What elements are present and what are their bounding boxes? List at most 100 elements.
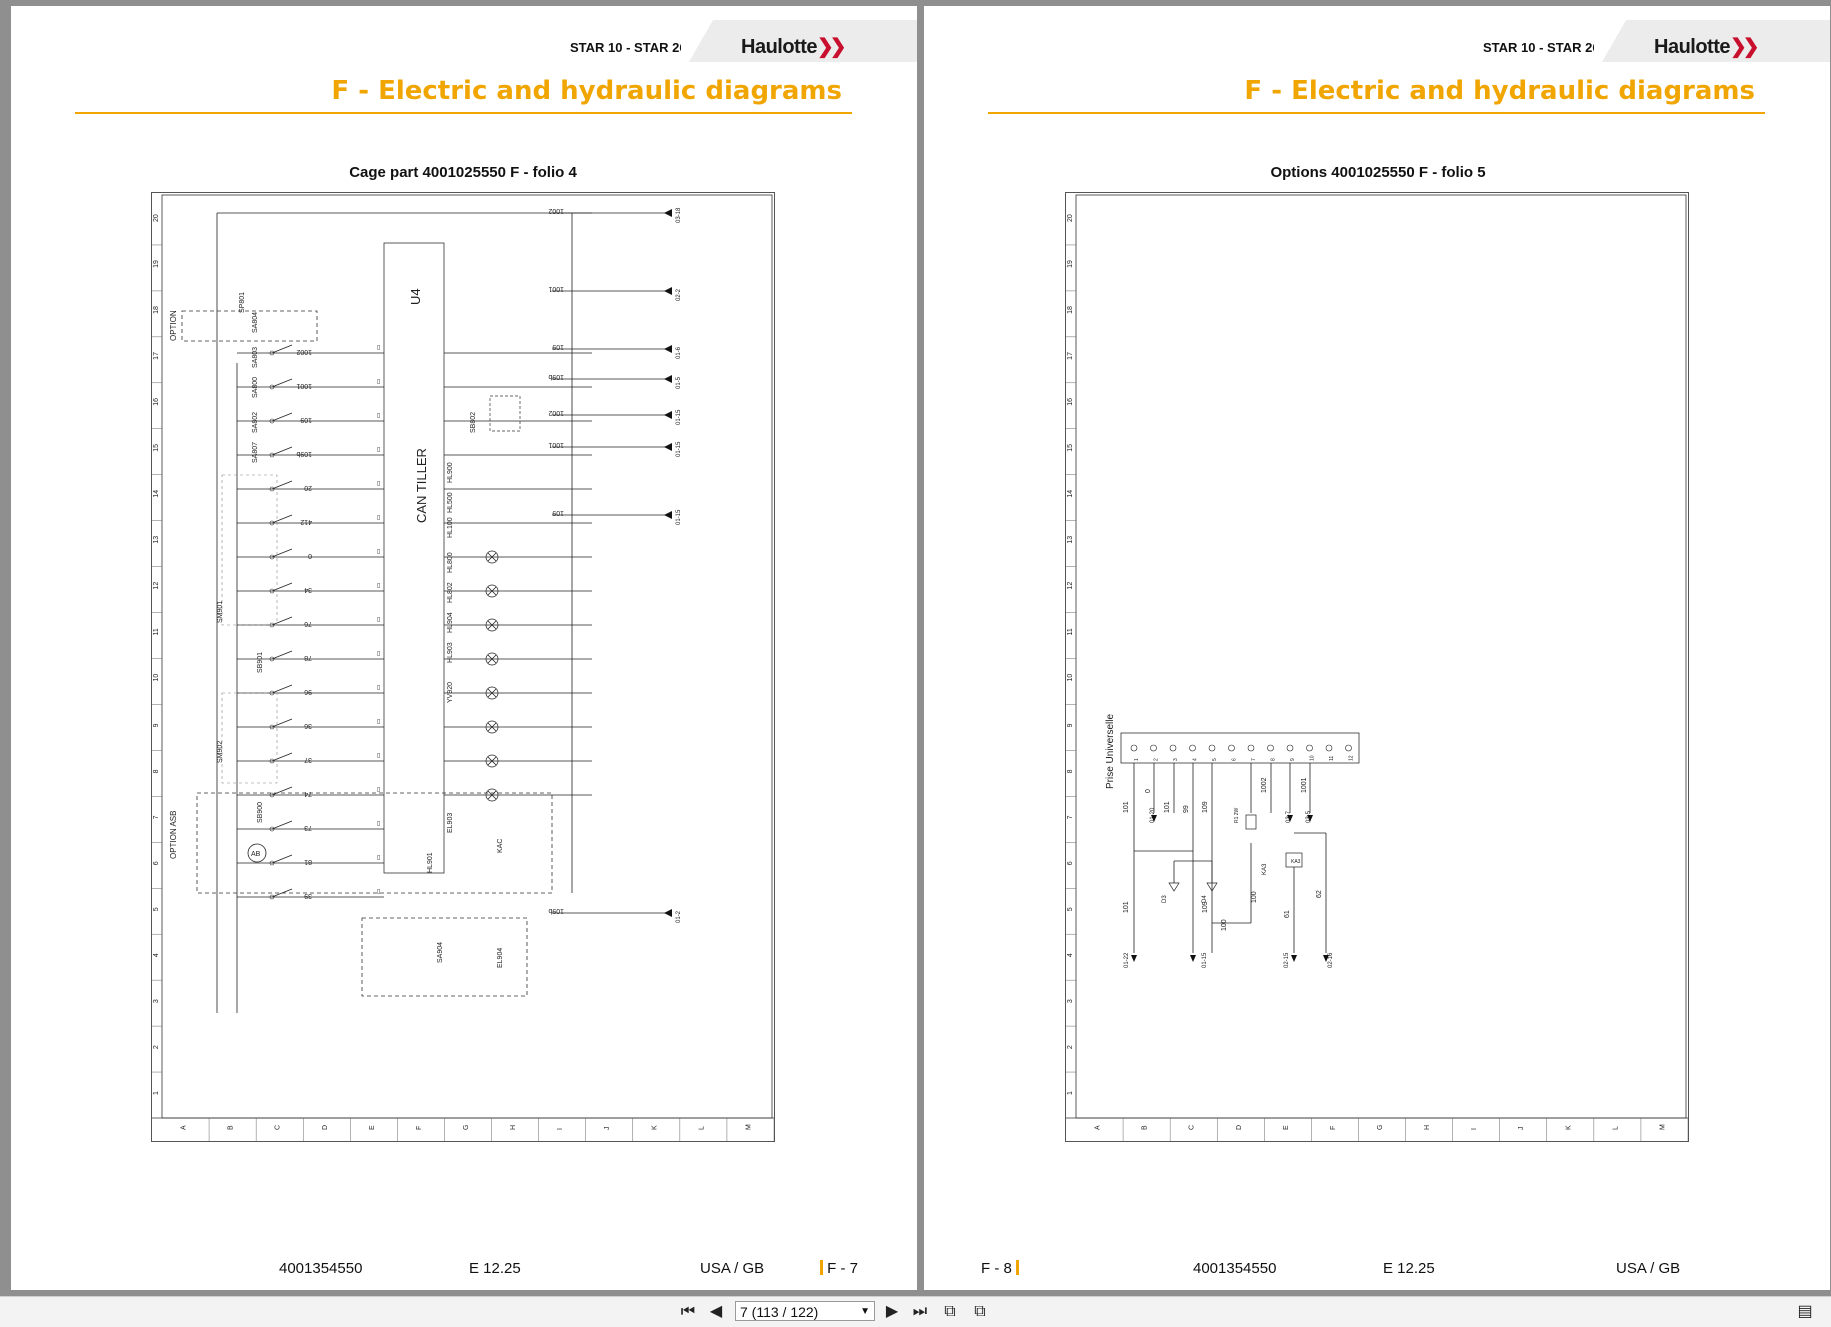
- row-number: 4: [153, 953, 160, 957]
- haulotte-logo: Haulotte❯❯: [741, 36, 846, 58]
- connector-pin: [1267, 744, 1274, 752]
- cross-reference: 01-20: [1150, 807, 1156, 823]
- arrow-icon: [664, 909, 672, 917]
- column-letter: B: [1142, 1125, 1149, 1130]
- schematic-sheet-right: 20 19 18 17 16 15 14 13 12 11 10 9 8 7 6 5 4 3 2 1 A B C D E F G H I…: [1065, 192, 1689, 1142]
- last-page-icon[interactable]: ⏭: [910, 1303, 930, 1321]
- row-number: 8: [153, 769, 160, 773]
- pin-number: 8: [1271, 758, 1277, 761]
- joystick-box: [221, 692, 278, 784]
- pin: ▯: [377, 821, 380, 827]
- section-title: F - Electric and hydraulic diagrams: [331, 76, 842, 106]
- pin: ▯: [377, 583, 380, 589]
- wire-number: 109: [552, 509, 564, 516]
- wire: [271, 786, 293, 796]
- component-label: SP801: [239, 292, 246, 313]
- pin-number: 4: [1193, 758, 1199, 761]
- row-number: 2: [153, 1045, 160, 1049]
- next-view-icon[interactable]: ⧉: [970, 1303, 990, 1321]
- column-letter: L: [1612, 1126, 1619, 1130]
- wire-number: 109b: [296, 450, 312, 457]
- wire-number: 1001: [548, 441, 564, 448]
- component-label: HL100: [447, 517, 454, 538]
- component-label: SM901: [217, 601, 224, 623]
- cross-reference: 02-16: [1328, 952, 1334, 968]
- pin: ▯: [377, 413, 380, 419]
- arrow-icon: [664, 209, 672, 217]
- row-number: 4: [1067, 953, 1074, 957]
- row-number: 12: [1067, 582, 1074, 590]
- wire-number: 1001: [548, 285, 564, 292]
- wire: [271, 548, 293, 558]
- first-page-icon[interactable]: ⏮: [678, 1303, 698, 1321]
- pin: ▯: [377, 787, 380, 793]
- component-label: EL903: [447, 813, 454, 833]
- wire: [271, 446, 293, 456]
- wire-number: 1002: [296, 348, 312, 355]
- component-label: D4: [1202, 895, 1208, 903]
- joystick-box: [221, 474, 278, 626]
- component-label: SB802: [470, 412, 477, 433]
- pin: ▯: [377, 719, 380, 725]
- wire-number: 0: [308, 552, 312, 559]
- row-number: 18: [1067, 306, 1074, 314]
- wire-number: 101: [1164, 801, 1171, 813]
- component-label: HL901: [427, 852, 434, 873]
- wire: [271, 752, 293, 762]
- row-number: 10: [153, 674, 160, 682]
- row-number: 13: [153, 536, 160, 544]
- footer-region: USA / GB: [1616, 1260, 1681, 1277]
- column-letter: K: [651, 1125, 658, 1130]
- arrow-icon: [664, 375, 672, 383]
- component-label: SB900: [257, 802, 264, 823]
- single-page-view-icon[interactable]: ▤: [1795, 1303, 1815, 1321]
- pin: ▯: [377, 515, 380, 521]
- wire-number: 412: [300, 518, 312, 525]
- previous-view-icon[interactable]: ⧉: [940, 1303, 960, 1321]
- row-number: 18: [153, 306, 160, 314]
- row-number: 5: [1067, 907, 1074, 911]
- wire-number: 1002: [1261, 777, 1268, 793]
- row-number: 6: [1067, 861, 1074, 865]
- connector-pin: [1169, 744, 1177, 752]
- next-page-icon[interactable]: ▶: [882, 1303, 902, 1321]
- connector-pin: [1325, 744, 1333, 752]
- page-select[interactable]: 7 (113 / 122) ▼: [735, 1301, 875, 1321]
- column-letter: A: [1095, 1125, 1102, 1130]
- row-number: 15: [1067, 444, 1074, 452]
- wire-number: 109: [300, 416, 312, 423]
- section-rule: [75, 112, 852, 114]
- cross-reference: 01-2: [676, 910, 682, 923]
- pin: ▯: [377, 481, 380, 487]
- option-label: OPTION: [169, 310, 178, 341]
- option-label: OPTION ASB: [169, 811, 178, 859]
- pin: ▯: [377, 753, 380, 759]
- connector-pin: [1208, 744, 1216, 752]
- footer-page-label: F - 8: [981, 1260, 1020, 1277]
- row-number: 2: [1067, 1045, 1074, 1049]
- wire-number: 1001: [1301, 777, 1308, 793]
- component-label: HL904: [447, 612, 454, 633]
- schematic-diagram: 2019181716151413121110987654321A B C D E F G H I…: [152, 194, 774, 1141]
- wire: [271, 820, 293, 830]
- wire: [271, 582, 293, 592]
- option-box: [181, 310, 318, 342]
- wire-number: 34: [304, 586, 312, 593]
- pin-number: 2: [1154, 758, 1160, 761]
- cross-reference: 01-15: [676, 509, 682, 525]
- component-label: HL900: [447, 462, 454, 483]
- wire-number: 109: [552, 343, 564, 350]
- folio-title: Options 4001025550 F - folio 5: [1270, 164, 1486, 181]
- previous-page-icon[interactable]: ◀: [706, 1303, 726, 1321]
- connector-pin: [1189, 744, 1196, 752]
- wire: [271, 480, 293, 490]
- row-number: 3: [153, 999, 160, 1003]
- wire-number: 100: [1251, 891, 1258, 903]
- wire-number: 74: [304, 790, 312, 797]
- page-right: STAR 10 - STAR 26J Haulotte❯❯ F - Electr…: [924, 6, 1830, 1290]
- column-letter: J: [1518, 1127, 1525, 1131]
- cross-reference: 01-15: [676, 409, 682, 425]
- row-number: 14: [1067, 490, 1074, 498]
- footer-page-label: F - 7: [820, 1260, 858, 1277]
- cross-reference: 01-6: [676, 346, 682, 359]
